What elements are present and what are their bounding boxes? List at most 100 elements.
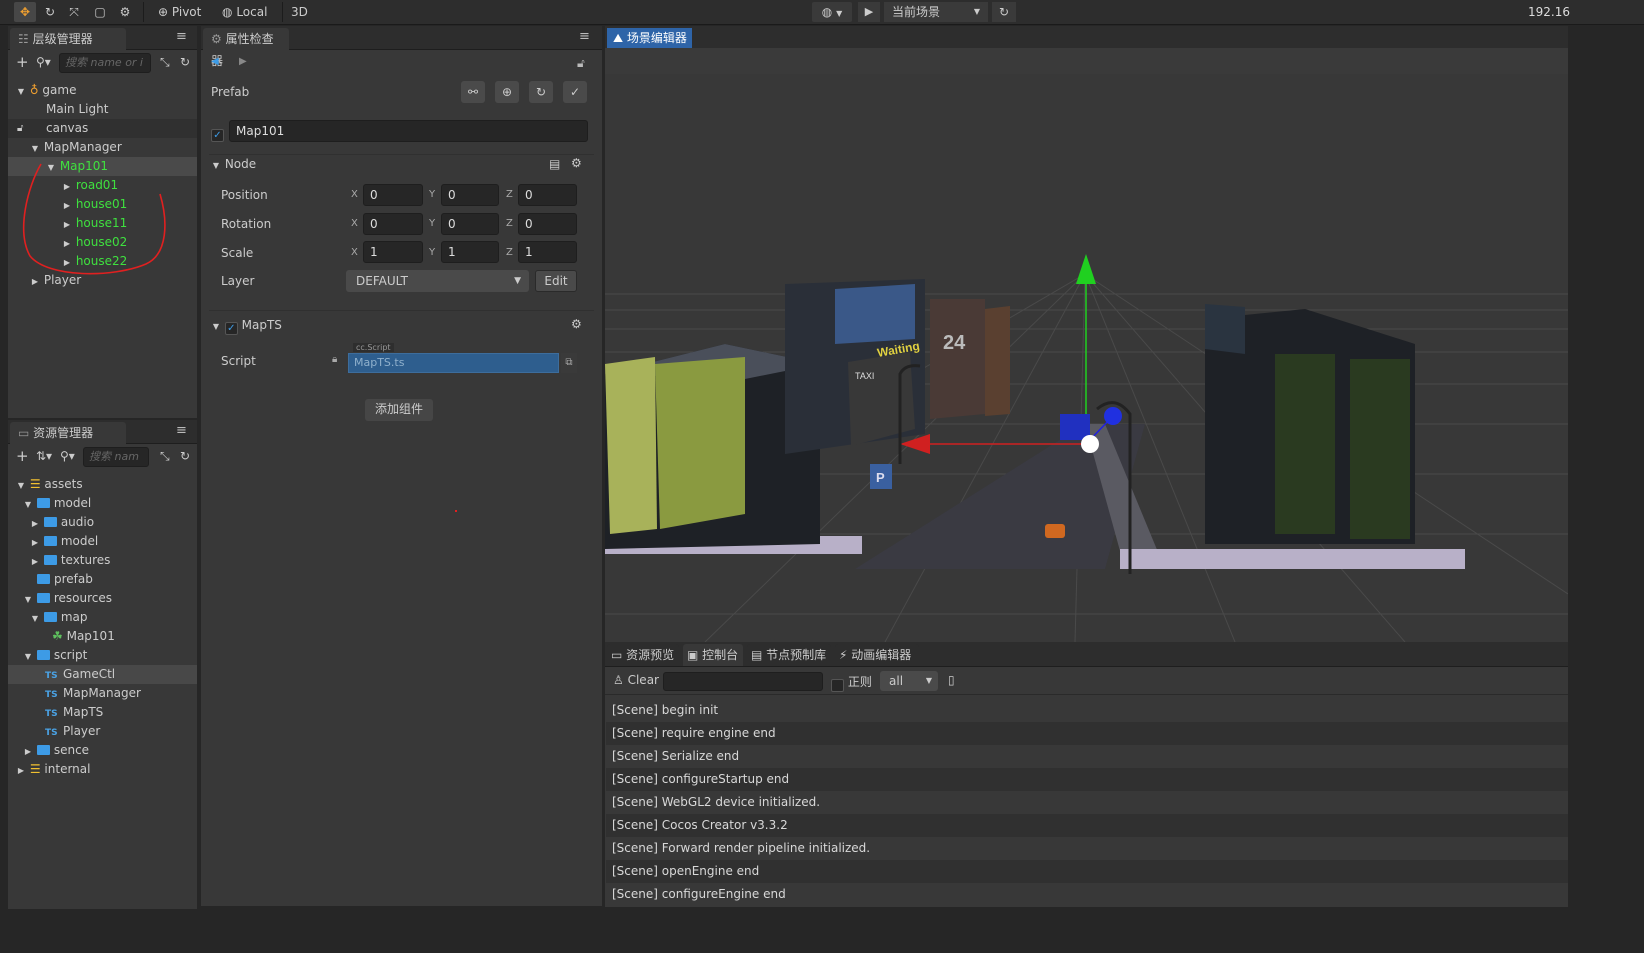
asset-model-folder[interactable]: ▼ model xyxy=(23,494,91,513)
asset-script-folder[interactable]: ▼ script xyxy=(23,646,87,665)
asset-gamectl-script[interactable]: TS GameCtl xyxy=(8,665,197,684)
tab-assets[interactable]: ▭ 资源管理器 xyxy=(10,422,126,444)
rotation-x-input[interactable]: 0 xyxy=(363,213,423,235)
asset-player-script[interactable]: TS Player xyxy=(45,722,100,741)
open-log-file-icon[interactable]: ▯ xyxy=(948,673,955,687)
node-name-input[interactable]: Map101 xyxy=(229,120,588,142)
scale-label: Scale xyxy=(221,246,254,260)
tab-label: 控制台 xyxy=(702,648,739,662)
back-arrow-icon[interactable]: ◀ xyxy=(211,56,219,67)
right-sidewalk xyxy=(1120,549,1465,569)
regex-toggle[interactable]: ✓ 正则 xyxy=(831,673,872,692)
left-tree-2 xyxy=(655,357,745,529)
chevron-down-icon: ▼ xyxy=(24,595,32,604)
asset-model-subfolder[interactable]: ▶ model xyxy=(30,532,98,551)
tab-node-library[interactable]: ▤ 节点预制库 xyxy=(747,644,831,666)
rect-tool-icon[interactable]: ▢ xyxy=(92,2,108,22)
move-tool-icon[interactable]: ✥ xyxy=(14,2,36,22)
asset-resources-folder[interactable]: ▼ resources xyxy=(23,589,112,608)
folder-icon xyxy=(43,536,57,546)
chevron-down-icon: ▼ xyxy=(514,276,521,286)
asset-sence-folder[interactable]: ▶ sence xyxy=(23,741,89,760)
asset-map-folder[interactable]: ▼ map xyxy=(30,608,88,627)
revert-prefab-button[interactable]: ↻ xyxy=(529,81,553,103)
chevron-down-icon: ▼ xyxy=(31,614,39,623)
asset-mapmanager-script[interactable]: TS MapManager xyxy=(45,684,141,703)
rotate-tool-icon[interactable]: ↻ xyxy=(42,2,58,22)
script-label: Script xyxy=(221,354,256,368)
component-header[interactable]: ▼ ✓ MapTS xyxy=(211,318,282,335)
rotation-z-input[interactable]: 0 xyxy=(518,213,577,235)
sort-icon[interactable]: ⇅▾ xyxy=(36,449,52,463)
tab-console[interactable]: ▣ 控制台 xyxy=(683,644,743,666)
assets-menu-icon[interactable]: ≡ xyxy=(176,423,187,438)
transform-settings-icon[interactable]: ⚙ xyxy=(117,2,133,22)
tab-asset-preview[interactable]: ▭ 资源预览 xyxy=(607,644,679,666)
position-z-input[interactable]: 0 xyxy=(518,184,577,206)
search-icon[interactable]: ⚲▾ xyxy=(60,449,75,463)
forward-arrow-icon[interactable]: ▶ xyxy=(239,56,247,67)
pivot-icon: ⊕ xyxy=(158,5,169,19)
node-active-checkbox[interactable]: ✓ xyxy=(211,125,224,142)
play-icon: ▶ xyxy=(864,5,874,18)
refresh-icon[interactable]: ↻ xyxy=(180,449,190,463)
locate-prefab-button[interactable]: ⊕ xyxy=(495,81,519,103)
log-entry: [Scene] openEngine end xyxy=(606,860,1568,883)
tab-scene-editor[interactable]: ⛰ 场景编辑器 xyxy=(607,28,692,48)
scene-toolbar xyxy=(605,48,1568,74)
assets-search-input[interactable]: 搜索 nam xyxy=(83,447,149,467)
rotation-y-input[interactable]: 0 xyxy=(441,213,499,235)
layer-edit-button[interactable]: Edit xyxy=(535,270,577,292)
asset-internal[interactable]: ▶ ☰ internal xyxy=(16,760,91,779)
folder-icon xyxy=(37,574,50,584)
inspector-menu-icon[interactable]: ≡ xyxy=(579,29,590,44)
layer-select[interactable]: DEFAULT ▼ xyxy=(346,270,529,292)
log-level-select[interactable]: all ▼ xyxy=(880,671,938,691)
refresh-button[interactable]: ↻ xyxy=(992,2,1016,22)
log-entry: [Scene] begin init xyxy=(606,699,1568,722)
asset-map101-prefab[interactable]: ☘ Map101 xyxy=(52,627,115,646)
mode-3d-button[interactable]: 3D xyxy=(291,2,308,22)
platform-select[interactable]: ◍ ▼ xyxy=(812,2,852,22)
tab-animation-editor[interactable]: ⚡ 动画编辑器 xyxy=(835,644,919,666)
asset-assets[interactable]: ▼ ☰ assets xyxy=(16,475,83,494)
pivot-button[interactable]: ⊕ Pivot xyxy=(158,2,201,22)
open-script-icon[interactable]: ⧉ xyxy=(561,353,577,373)
folder-icon xyxy=(36,498,50,508)
position-x-input[interactable]: 0 xyxy=(363,184,423,206)
asset-label: sence xyxy=(53,743,90,757)
add-component-button[interactable]: 添加组件 xyxy=(365,399,433,421)
asset-textures-folder[interactable]: ▶ textures xyxy=(30,551,111,570)
scene-icon: ⛰ xyxy=(613,31,624,45)
apply-prefab-button[interactable]: ✓ xyxy=(563,81,587,103)
position-y-input[interactable]: 0 xyxy=(441,184,499,206)
collapse-all-icon[interactable]: ⤡ xyxy=(160,449,170,464)
scale-tool-icon[interactable]: ⤧ xyxy=(66,2,82,22)
doc-icon[interactable]: ▤ xyxy=(549,157,560,171)
regex-checkbox[interactable]: ✓ xyxy=(831,679,844,692)
scale-z-input[interactable]: 1 xyxy=(518,241,577,263)
unlock-icon[interactable]: 🔓︎ xyxy=(577,56,585,71)
component-enabled-checkbox[interactable]: ✓ xyxy=(224,322,238,335)
asset-mapts-script[interactable]: TS MapTS xyxy=(45,703,103,722)
local-button[interactable]: ◍ Local xyxy=(222,2,267,22)
scale-y-input[interactable]: 1 xyxy=(441,241,499,263)
main-toolbar: ✥ ↻ ⤧ ▢ ⚙ ⊕ Pivot ◍ Local 3D ◍ ▼ ▶ 当前场景 ▼… xyxy=(0,0,1644,25)
node-section-header[interactable]: ▼ Node xyxy=(211,157,256,171)
play-button[interactable]: ▶ xyxy=(858,2,880,22)
scene-select[interactable]: 当前场景 ▼ xyxy=(884,2,988,22)
gear-icon[interactable]: ⚙ xyxy=(571,156,582,170)
log-entry: [Scene] Cocos Creator v3.3.2 xyxy=(606,814,1568,837)
gear-icon[interactable]: ⚙ xyxy=(571,317,582,331)
red-dot xyxy=(455,510,457,512)
clear-button[interactable]: ♙ Clear xyxy=(613,673,659,687)
scene-viewport[interactable]: P Waiting TAXI 24 xyxy=(605,74,1568,642)
asset-audio-folder[interactable]: ▶ audio xyxy=(30,513,94,532)
scale-x-input[interactable]: 1 xyxy=(363,241,423,263)
console-filter-input[interactable] xyxy=(663,672,823,691)
script-asset-field[interactable]: MapTS.ts xyxy=(348,353,559,373)
tab-inspector[interactable]: ⚙ 属性检查器 xyxy=(203,28,289,68)
add-asset-button[interactable]: + xyxy=(16,447,29,465)
unlink-prefab-button[interactable]: ⚯ xyxy=(461,81,485,103)
asset-prefab-folder[interactable]: prefab xyxy=(37,570,93,589)
